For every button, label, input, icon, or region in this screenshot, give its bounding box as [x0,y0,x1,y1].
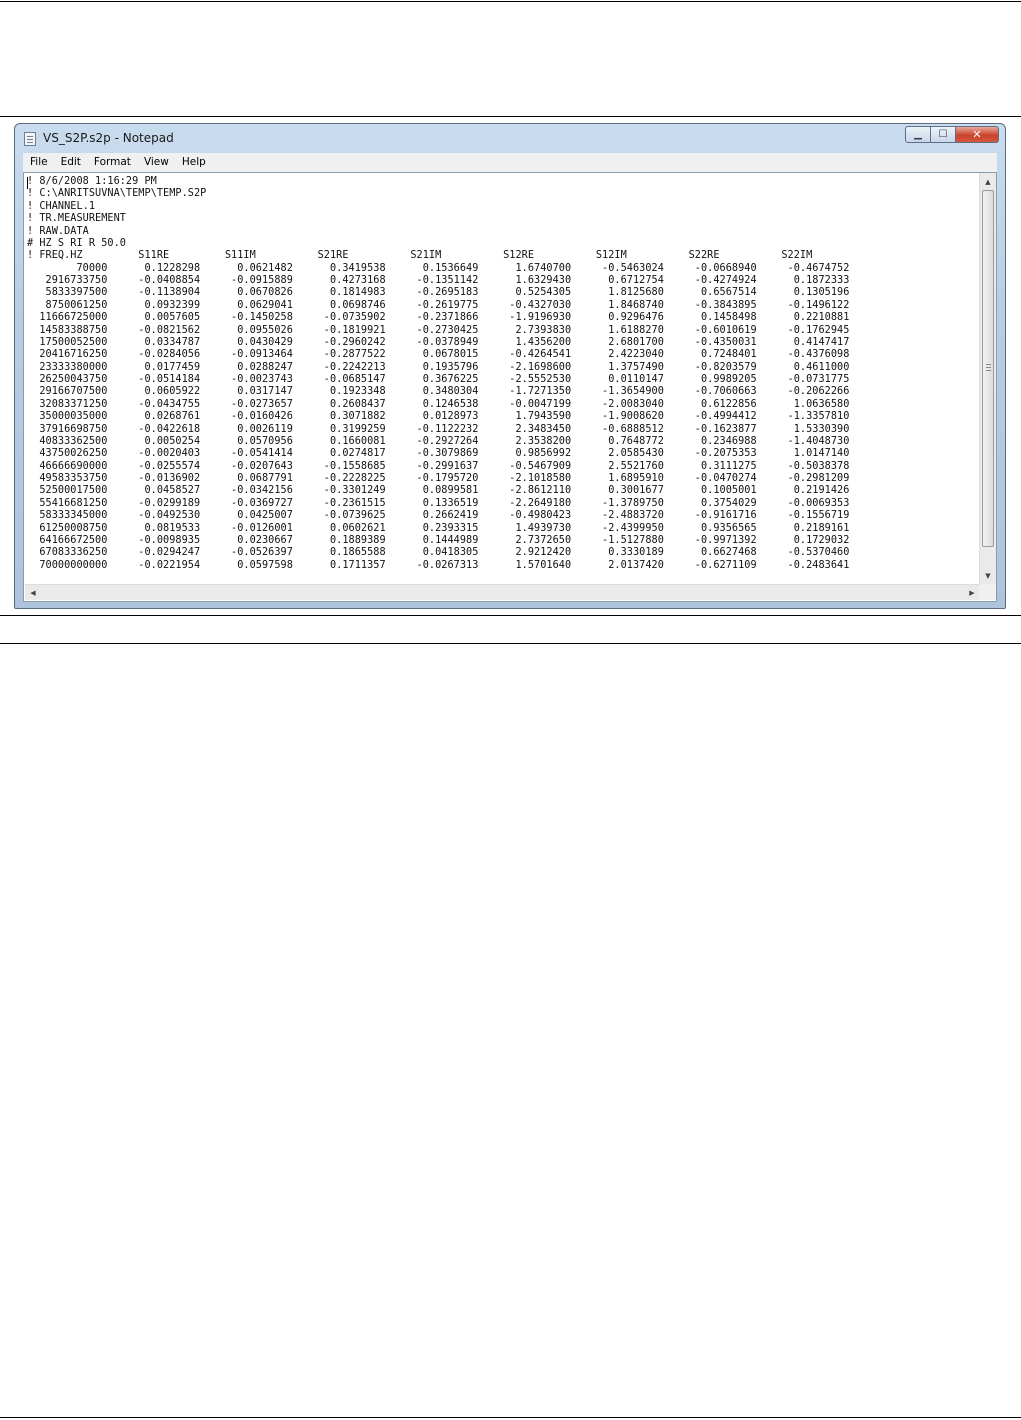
scroll-grip-icon [986,364,991,371]
menu-format[interactable]: Format [87,153,137,172]
data-row: 23333380000 0.0177459 0.0288247 -0.22422… [27,361,850,373]
data-row: 43750026250 -0.0020403 -0.0541414 0.0274… [27,448,850,460]
data-row: 52500017500 0.0458527 -0.0342156 -0.3301… [27,485,850,497]
menu-help[interactable]: Help [175,153,212,172]
data-row: 67083336250 -0.0294247 -0.0526397 0.1865… [27,547,850,559]
notepad-icon [24,132,36,146]
menu-file[interactable]: File [23,153,54,172]
data-row: 32083371250 -0.0434755 -0.0273657 0.2608… [27,398,850,410]
data-row: 29166707500 0.0605922 0.0317147 0.192334… [27,386,850,398]
scroll-right-arrow-icon[interactable]: ▶ [964,585,980,600]
menu-view[interactable]: View [137,153,175,172]
data-row: 37916698750 -0.0422618 0.0026119 0.31992… [27,423,850,435]
text-content-area[interactable]: ! 8/6/2008 1:16:29 PM ! C:\ANRITSUVNA\TE… [25,174,980,585]
figure-bottom-rule [0,615,1021,616]
document-text[interactable]: ! 8/6/2008 1:16:29 PM ! C:\ANRITSUVNA\TE… [27,176,849,572]
scroll-down-arrow-icon[interactable]: ▼ [980,567,996,584]
data-row: 70000 0.1228298 0.0621482 0.3419538 0.15… [27,262,850,274]
data-row: 26250043750 -0.0514184 -0.0023743 -0.068… [27,374,850,385]
window-title: VS_S2P.s2p - Notepad [43,131,174,145]
data-row: 64166672500 -0.0098935 0.0230667 0.18893… [27,534,850,546]
horizontal-scrollbar[interactable]: ◀ ▶ [25,584,980,600]
data-row: 11666725000 0.0057605 -0.1450258 -0.0735… [27,312,850,324]
menu-bar: File Edit Format View Help [23,153,997,172]
scroll-left-arrow-icon[interactable]: ◀ [25,585,41,600]
data-row: 20416716250 -0.0284056 -0.0913464 -0.287… [27,349,850,361]
data-row: 40833362500 0.0050254 0.0570956 0.166008… [27,435,850,447]
page-top-rule [0,1,1021,2]
menu-edit[interactable]: Edit [54,153,87,172]
header-line: ! C:\ANRITSUVNA\TEMP\TEMP.S2P [27,188,207,200]
data-row: 55416681250 -0.0299189 -0.0369727 -0.236… [27,497,850,509]
scrollbar-corner [979,584,996,600]
data-row: 17500052500 0.0334787 0.0430429 -0.29602… [27,336,850,348]
data-row: 8750061250 0.0932399 0.0629041 0.0698746… [27,299,850,311]
header-line: ! RAW.DATA [27,225,89,237]
data-row: 61250008750 0.0819533 -0.0126001 0.06026… [27,522,850,534]
close-button[interactable]: ✕ [956,126,999,143]
data-row: 5833397500 -0.1138904 0.0670826 0.181498… [27,287,850,299]
text-editor[interactable]: ! 8/6/2008 1:16:29 PM ! C:\ANRITSUVNA\TE… [23,172,997,602]
header-line: ! TR.MEASUREMENT [27,213,126,225]
page-bottom-rule [0,1417,1021,1418]
vertical-scrollbar[interactable]: ▲ ▼ [979,173,996,584]
data-row: 70000000000 -0.0221954 0.0597598 0.17113… [27,559,850,571]
data-row: 58333345000 -0.0492530 0.0425007 -0.0739… [27,510,850,522]
minimize-button[interactable]: ▁ [905,126,931,143]
data-row: 14583388750 -0.0821562 0.0955026 -0.1819… [27,324,850,336]
header-line: ! CHANNEL.1 [27,200,96,212]
data-row: 2916733750 -0.0408854 -0.0915889 0.42731… [27,275,850,286]
figure-top-rule [0,116,1021,117]
header-line: # HZ S RI R 50.0 [27,237,126,249]
scroll-up-arrow-icon[interactable]: ▲ [980,173,996,190]
window-controls: ▁ ☐ ✕ [905,126,999,144]
notepad-window: VS_S2P.s2p - Notepad ▁ ☐ ✕ File Edit For… [14,123,1006,609]
data-row: 46666690000 -0.0255574 -0.0207643 -0.155… [27,460,850,472]
vertical-scroll-thumb[interactable] [982,190,994,547]
data-row: 49583353750 -0.0136902 0.0687791 -0.2228… [27,473,850,484]
column-header-line: ! FREQ.HZ S11RE S11IM S21RE S21IM S12RE … [27,250,813,262]
header-line: ! 8/6/2008 1:16:29 PM [27,176,157,187]
maximize-button[interactable]: ☐ [931,126,956,143]
data-row: 35000035000 0.0268761 -0.0160426 0.30718… [27,411,850,423]
section-rule [0,643,1021,644]
title-bar[interactable]: VS_S2P.s2p - Notepad ▁ ☐ ✕ [15,124,1005,152]
